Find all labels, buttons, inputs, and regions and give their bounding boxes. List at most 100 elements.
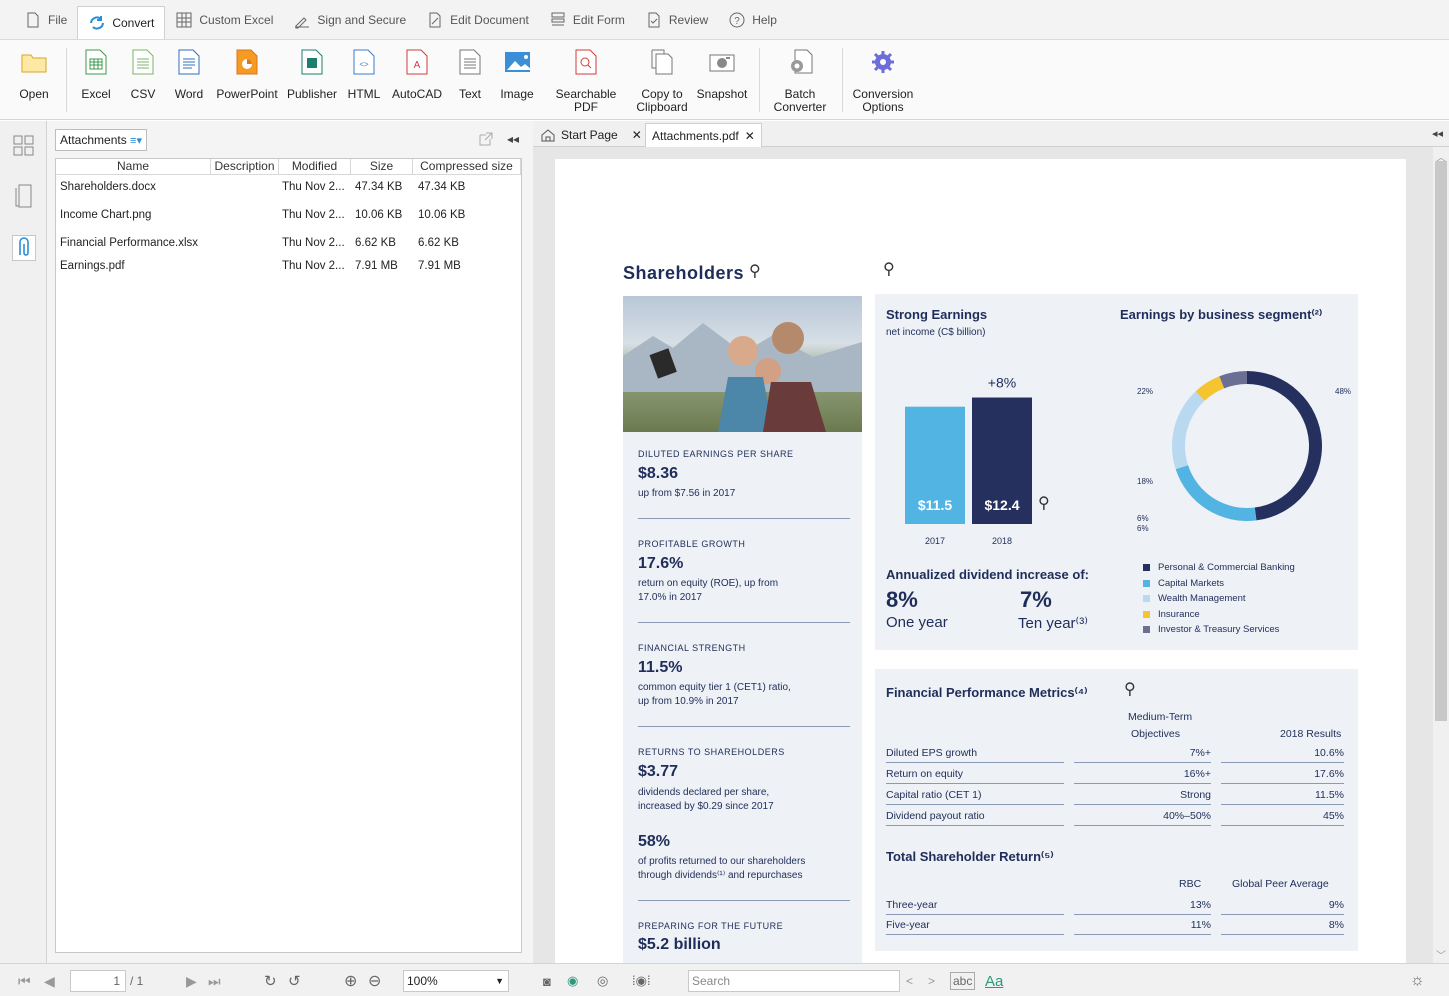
donut-slice [1172, 391, 1205, 470]
html-button[interactable]: <> HTML [346, 48, 382, 118]
menu-help[interactable]: ? Help [718, 4, 787, 36]
home-icon [541, 129, 555, 142]
csv-label: CSV [130, 87, 156, 101]
metric-desc: common equity tier 1 (CET1) ratio, [638, 682, 791, 693]
fpm-objective: 7%+ [1189, 747, 1211, 759]
metric-desc: 17.0% in 2017 [638, 592, 702, 603]
table-row[interactable]: Financial Performance.xlsx Thu Nov 2... … [56, 235, 521, 257]
pin-icon[interactable]: ⚲ [749, 261, 761, 281]
powerpoint-button[interactable]: PowerPoint [216, 48, 278, 118]
pin-icon[interactable]: ⚲ [883, 259, 895, 279]
tab-start-page[interactable]: Start Page ✕ [535, 123, 648, 147]
powerpoint-label: PowerPoint [216, 87, 278, 101]
batch-converter-button[interactable]: Batch Converter [770, 48, 830, 118]
row-modified: Thu Nov 2... [282, 237, 345, 249]
view-split-icon[interactable]: ⁞◉⁞ [632, 970, 651, 992]
tab-attachments-pdf[interactable]: Attachments.pdf ✕ [645, 123, 762, 147]
prev-page-icon[interactable]: ◀ [44, 970, 55, 992]
zoom-select[interactable]: 100% ▼ [403, 970, 509, 992]
open-external-icon[interactable] [479, 132, 493, 146]
menu-sign-secure[interactable]: Sign and Secure [283, 4, 416, 36]
row-underline [1221, 914, 1344, 915]
row-size: 10.06 KB [355, 209, 403, 221]
menu-file[interactable]: File [14, 4, 77, 36]
zoom-value: 100% [407, 974, 438, 988]
close-icon[interactable]: ✕ [745, 129, 755, 143]
search-next-icon[interactable]: > [928, 970, 935, 992]
view-facing-icon[interactable]: ◎ [597, 970, 608, 992]
word-button[interactable]: Word [171, 48, 207, 118]
bookmarks-icon[interactable] [12, 183, 36, 209]
pin-icon[interactable]: ⚲ [1038, 493, 1050, 513]
col-compressed-size[interactable]: Compressed size [413, 159, 521, 175]
batch-label-2: Converter [773, 100, 827, 114]
first-page-icon[interactable]: ⏮ [18, 970, 37, 992]
last-page-icon[interactable]: ⏭ [208, 970, 221, 992]
row-modified: Thu Nov 2... [282, 260, 345, 272]
help-icon: ? [729, 12, 745, 27]
segment-title: Earnings by business segment⁽²⁾ [1120, 307, 1323, 322]
col-modified[interactable]: Modified [279, 159, 351, 175]
search-prev-icon[interactable]: < [906, 970, 913, 992]
page-title: Shareholders [623, 263, 745, 283]
fpm-result: 10.6% [1314, 747, 1344, 759]
menu-help-label: Help [752, 12, 777, 27]
conversion-options-button[interactable]: Conversion Options [852, 48, 914, 118]
next-page-icon[interactable]: ▶ [186, 970, 197, 992]
brightness-icon[interactable]: ☼ [1410, 970, 1425, 992]
image-button[interactable]: Image [497, 48, 537, 118]
vertical-scrollbar[interactable]: ︿ ﹀ [1433, 147, 1449, 963]
col-size[interactable]: Size [351, 159, 413, 175]
autocad-button[interactable]: A AutoCAD [392, 48, 442, 118]
copy-clipboard-button[interactable]: Copy to Clipboard [636, 48, 688, 118]
snapshot-button[interactable]: Snapshot [696, 48, 748, 118]
search-input[interactable]: Search [688, 970, 900, 992]
fpm-name: Diluted EPS growth [886, 747, 978, 759]
menu-convert[interactable]: Convert [77, 6, 166, 39]
excel-button[interactable]: Excel [78, 48, 114, 118]
menu-edit-document[interactable]: Edit Document [416, 4, 539, 36]
table-row[interactable]: Income Chart.png Thu Nov 2... 10.06 KB 1… [56, 207, 521, 229]
menu-custom-excel[interactable]: Custom Excel [165, 4, 283, 36]
searchable-pdf-button[interactable]: Searchable PDF [545, 48, 627, 118]
text-button[interactable]: Text [452, 48, 488, 118]
col-name[interactable]: Name [56, 159, 211, 175]
form-icon [551, 12, 565, 25]
thumbnails-icon[interactable] [12, 133, 36, 159]
csv-button[interactable]: CSV [125, 48, 161, 118]
row-name: Financial Performance.xlsx [60, 237, 199, 249]
publisher-button[interactable]: Publisher [287, 48, 337, 118]
menu-review[interactable]: Review [635, 4, 718, 36]
view-continuous-icon[interactable]: ◉ [567, 970, 578, 992]
collapse-right-icon[interactable]: ◂◂ [1432, 127, 1443, 140]
rotate-right-icon[interactable]: ↻ [264, 970, 277, 992]
svg-text:<>: <> [359, 60, 369, 69]
zoom-out-icon[interactable]: ⊖ [368, 970, 381, 992]
close-icon[interactable]: ✕ [632, 128, 642, 142]
open-button[interactable]: Open [14, 48, 54, 118]
svg-text:A: A [414, 60, 421, 71]
menu-edit-form[interactable]: Edit Form [539, 4, 635, 36]
table-row[interactable]: Earnings.pdf Thu Nov 2... 7.91 MB 7.91 M… [56, 258, 521, 280]
collapse-panel-icon[interactable]: ◂◂ [507, 132, 521, 146]
pin-icon[interactable]: ⚲ [1124, 679, 1136, 699]
table-row[interactable]: Shareholders.docx Thu Nov 2... 47.34 KB … [56, 179, 521, 201]
whole-word-icon[interactable]: abc [950, 972, 976, 990]
page-number-input[interactable]: 1 [70, 970, 126, 992]
scroll-down-icon[interactable]: ﹀ [1436, 947, 1446, 962]
fpm-row: Diluted EPS growth 7%+ 10.6% [886, 747, 1346, 767]
zoom-in-icon[interactable]: ⊕ [344, 970, 357, 992]
row-size: 7.91 MB [355, 260, 398, 272]
attachments-dropdown[interactable]: Attachments ≡▾ [55, 129, 147, 151]
match-case-icon[interactable]: Aa [985, 970, 1003, 992]
autocad-icon: A [404, 48, 430, 76]
scroll-thumb[interactable] [1435, 161, 1447, 721]
rotate-left-icon[interactable]: ↺ [288, 970, 301, 992]
attachments-icon[interactable] [12, 235, 36, 261]
col-description[interactable]: Description [211, 159, 279, 175]
fpm-name: Return on equity [886, 768, 964, 780]
view-single-icon[interactable]: ◙ [543, 970, 551, 992]
legend-item: Insurance [1143, 607, 1343, 623]
tsr-name: Three-year [886, 899, 938, 911]
list-view-icon: ≡▾ [130, 135, 142, 147]
